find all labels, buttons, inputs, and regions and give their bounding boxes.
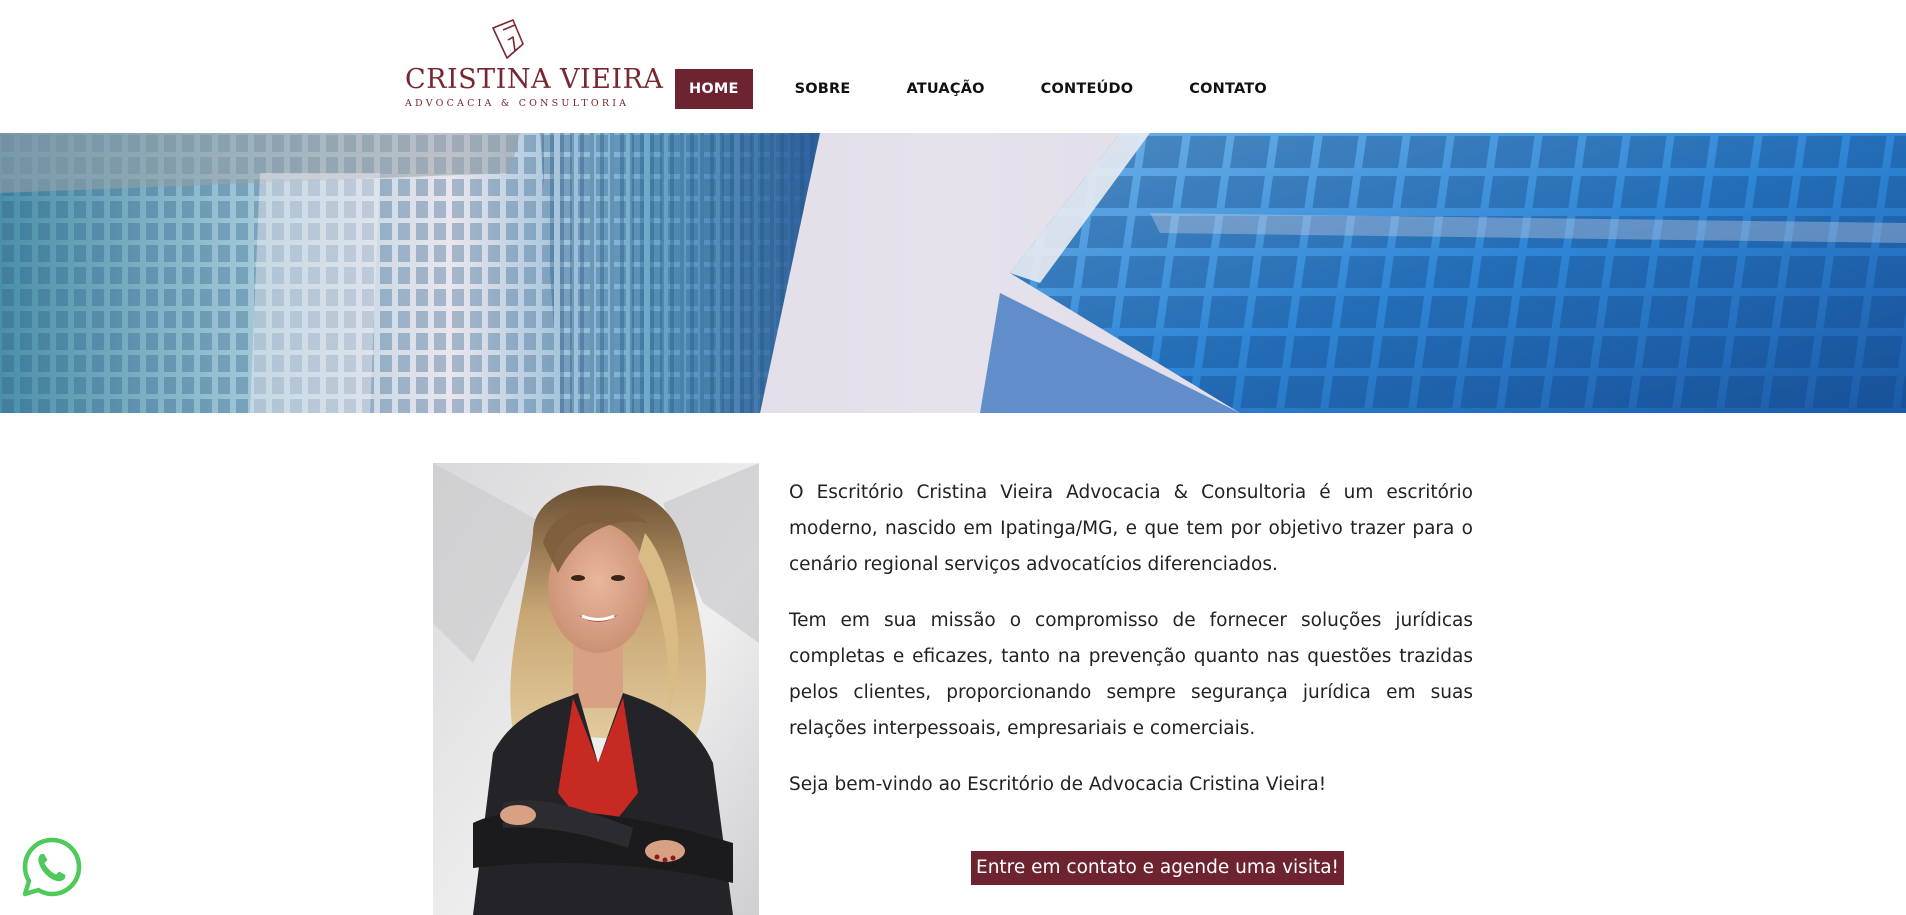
site-header: CRISTINA VIEIRA ADVOCACIA & CONSULTORIA …	[0, 0, 1906, 133]
logo-mark-icon	[492, 19, 524, 59]
about-paragraph-2: Tem em sua missão o compromisso de forne…	[789, 610, 1473, 739]
hero-banner-image	[0, 133, 1906, 413]
logo-name: CRISTINA VIEIRA	[405, 64, 664, 95]
nav-item-conteudo[interactable]: CONTEÚDO	[1027, 69, 1148, 109]
lawyer-portrait-image	[433, 463, 759, 915]
about-paragraph-3: Seja bem-vindo ao Escritório de Advocaci…	[789, 774, 1327, 795]
about-paragraph-1: O Escritório Cristina Vieira Advocacia &…	[789, 482, 1473, 575]
nav-item-atuacao[interactable]: ATUAÇÃO	[893, 69, 999, 109]
logo-tagline: ADVOCACIA & CONSULTORIA	[405, 98, 630, 109]
nav-item-sobre[interactable]: SOBRE	[781, 69, 865, 109]
whatsapp-icon	[22, 837, 82, 897]
about-text: O Escritório Cristina Vieira Advocacia &…	[789, 475, 1473, 823]
contact-cta-button[interactable]: Entre em contato e agende uma visita!	[971, 851, 1344, 885]
main-nav: HOME SOBRE ATUAÇÃO CONTEÚDO CONTATO	[675, 69, 1309, 109]
site-logo[interactable]: CRISTINA VIEIRA ADVOCACIA & CONSULTORIA	[405, 18, 664, 113]
nav-item-home[interactable]: HOME	[675, 69, 753, 109]
nav-item-contato[interactable]: CONTATO	[1175, 69, 1281, 109]
whatsapp-button[interactable]	[19, 834, 85, 900]
